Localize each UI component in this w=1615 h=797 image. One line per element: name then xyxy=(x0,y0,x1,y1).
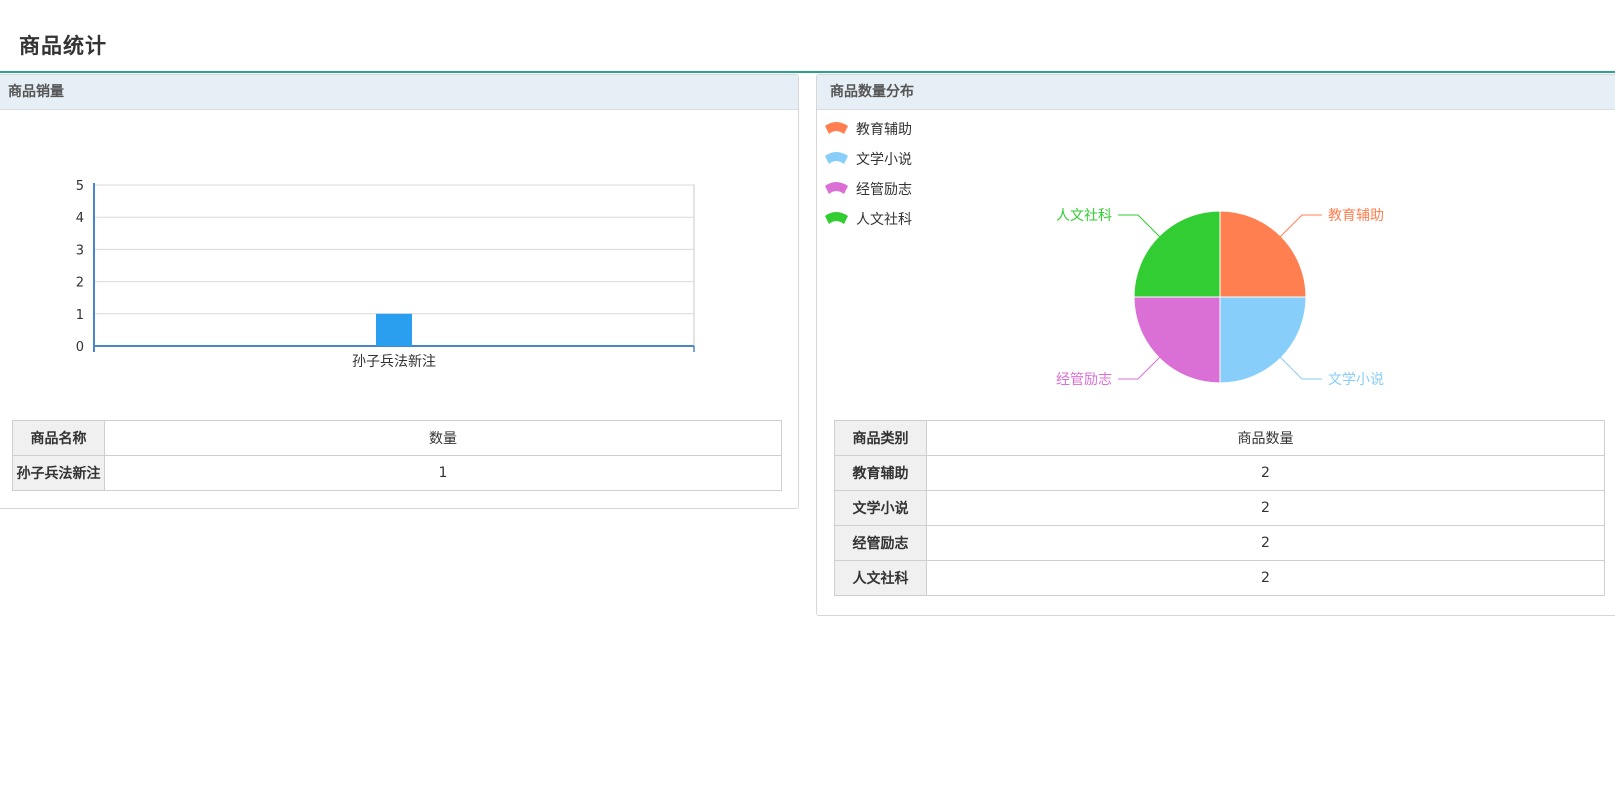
table-row: 孙子兵法新注 1 xyxy=(12,455,782,491)
legend-swatch-icon xyxy=(825,182,848,194)
legend-label: 经管励志 xyxy=(856,182,912,198)
row-category: 经管励志 xyxy=(834,525,927,561)
category-panel-header: 商品数量分布 xyxy=(817,75,1615,110)
category-table: 商品类别 商品数量 教育辅助 2 文学小说 2 经管励志 2 人文社科 2 xyxy=(834,420,1605,596)
header-count: 商品数量 xyxy=(926,420,1605,456)
row-quantity: 1 xyxy=(104,455,782,491)
table-row: 文学小说 2 xyxy=(834,490,1605,526)
legend-swatch-icon xyxy=(825,122,848,134)
row-count: 2 xyxy=(926,525,1605,561)
table-header-row: 商品类别 商品数量 xyxy=(834,420,1605,456)
table-row: 人文社科 2 xyxy=(834,560,1605,596)
pie-leader-line xyxy=(1117,356,1161,380)
legend-label: 人文社科 xyxy=(856,212,912,228)
row-category: 教育辅助 xyxy=(834,455,927,491)
table-header-row: 商品名称 数量 xyxy=(12,420,782,456)
header-quantity: 数量 xyxy=(104,420,782,456)
pie-leader-line xyxy=(1279,214,1323,238)
title-divider xyxy=(0,71,1615,73)
pie-leader-line xyxy=(1117,214,1161,238)
legend-label: 文学小说 xyxy=(856,152,912,168)
table-row: 经管励志 2 xyxy=(834,525,1605,561)
row-category: 人文社科 xyxy=(834,560,927,596)
row-product-name: 孙子兵法新注 xyxy=(12,455,105,491)
pie-label: 文学小说 xyxy=(1328,372,1384,388)
row-count: 2 xyxy=(926,490,1605,526)
legend-item: 经管励志 xyxy=(825,182,912,198)
y-tick-label: 3 xyxy=(76,243,84,258)
sales-table: 商品名称 数量 孙子兵法新注 1 xyxy=(12,420,782,491)
table-row: 教育辅助 2 xyxy=(834,455,1605,491)
row-count: 2 xyxy=(926,455,1605,491)
legend-swatch-icon xyxy=(825,152,848,164)
bar xyxy=(376,313,412,346)
legend-item: 教育辅助 xyxy=(825,122,912,138)
y-tick-label: 4 xyxy=(76,211,84,226)
sales-panel-header: 商品销量 xyxy=(0,75,798,110)
legend-label: 教育辅助 xyxy=(856,122,912,138)
page-title: 商品统计 xyxy=(19,34,107,58)
sales-bar-chart: 0 1 2 3 4 5 孙子兵法新注 xyxy=(76,179,695,370)
y-tick-label: 5 xyxy=(76,179,84,194)
legend-item: 文学小说 xyxy=(825,152,912,168)
row-category: 文学小说 xyxy=(834,490,927,526)
category-pie-chart: 教育辅助文学小说经管励志人文社科 教育辅助文学小说经管励志人文社科 xyxy=(825,122,1384,388)
pie-label: 经管励志 xyxy=(1056,372,1112,388)
x-tick-label: 孙子兵法新注 xyxy=(352,354,436,370)
y-tick-label: 1 xyxy=(76,308,84,323)
pie-label: 人文社科 xyxy=(1056,208,1112,224)
y-tick-label: 2 xyxy=(76,276,84,291)
legend-swatch-icon xyxy=(825,212,848,224)
pie-leader-line xyxy=(1279,356,1323,380)
y-tick-label: 0 xyxy=(76,340,84,355)
pie-label: 教育辅助 xyxy=(1328,208,1384,224)
row-count: 2 xyxy=(926,560,1605,596)
legend-item: 人文社科 xyxy=(825,212,912,228)
header-category: 商品类别 xyxy=(834,420,927,456)
header-product-name: 商品名称 xyxy=(12,420,105,456)
